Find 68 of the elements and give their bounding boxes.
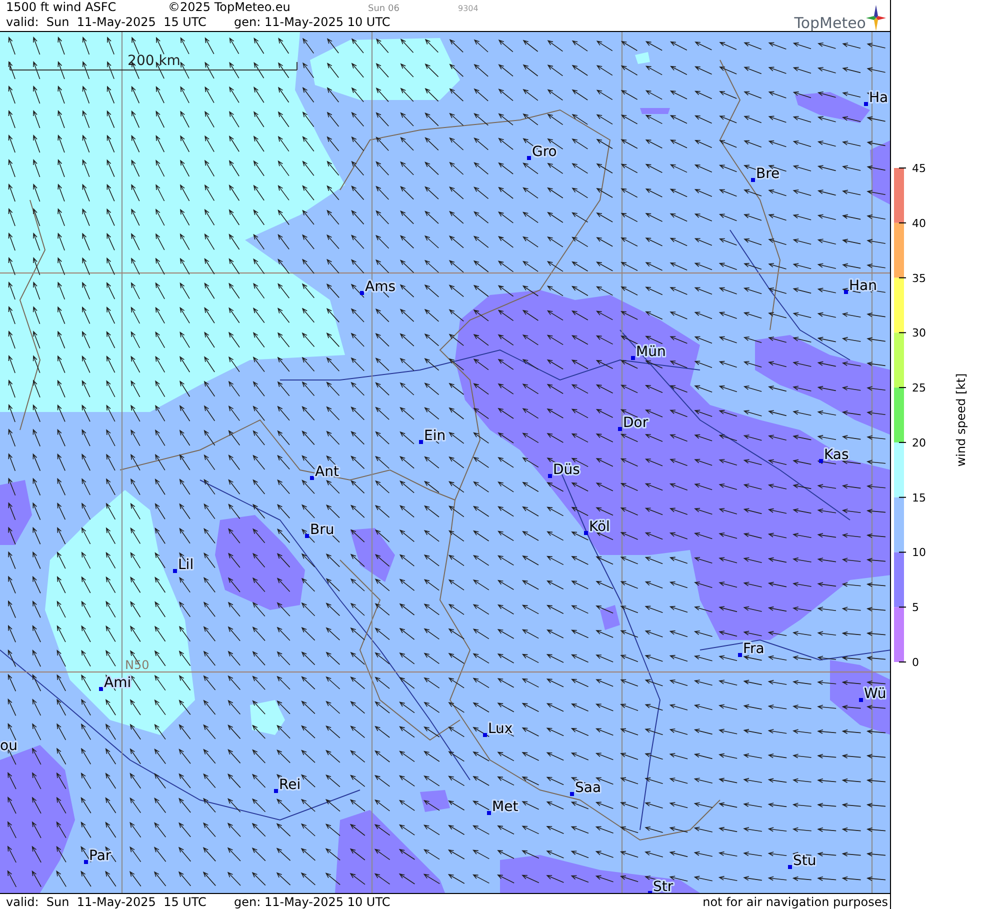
scale-label: 200 km — [128, 53, 180, 69]
city-marker-icon — [819, 459, 823, 463]
city-marker-icon — [584, 531, 588, 535]
city-label: Han — [849, 278, 877, 294]
generated-time: gen: 11-May-2025 10 UTC — [234, 15, 390, 29]
city-label: Saa — [575, 780, 602, 796]
city-marker-icon — [738, 653, 742, 657]
city-label: Stu — [793, 853, 816, 869]
valid-time: valid: Sun 11-May-2025 15 UTC — [6, 15, 208, 29]
city-label: Fra — [743, 641, 764, 657]
city-marker-icon — [618, 427, 622, 431]
city-label: Wü — [864, 686, 886, 702]
city-label: Bru — [310, 522, 334, 538]
city-label: Rei — [279, 777, 301, 793]
city-marker-icon — [548, 474, 552, 478]
valid-time: valid: Sun 11-May-2025 15 UTC — [6, 896, 208, 908]
city-label: Dor — [623, 415, 648, 431]
legend-tick-label: 10 — [912, 546, 926, 560]
city-label: Lil — [178, 557, 194, 573]
legend-tick-label: 25 — [912, 382, 926, 395]
legend-tick-label: 35 — [912, 272, 926, 285]
legend-tick-label: 30 — [912, 326, 926, 340]
city-marker-icon — [631, 356, 635, 360]
copyright-text: ©2025 TopMeteo.eu — [168, 0, 292, 14]
city-label: Gro — [532, 144, 557, 160]
city-marker-icon — [859, 698, 863, 702]
map-title: 1500 ft wind ASFC — [6, 0, 118, 14]
city-marker-icon — [570, 792, 574, 796]
city-label: Kas — [824, 447, 849, 463]
city-label: Met — [492, 799, 518, 815]
logo-text: TopMeteo — [794, 16, 866, 31]
city-marker-icon — [84, 860, 88, 864]
city-marker-icon — [751, 178, 755, 182]
city-marker-icon — [305, 534, 309, 538]
legend-tick-label: 45 — [912, 162, 926, 175]
legend-tick-label: 0 — [912, 656, 919, 669]
city-label: Lux — [488, 721, 513, 737]
latitude-label: N50 — [125, 658, 150, 672]
city-marker-icon — [844, 290, 848, 294]
city-label: Par — [89, 848, 112, 864]
city-marker-icon — [99, 687, 103, 691]
city-marker-icon — [483, 733, 487, 737]
legend-tick-label: 20 — [912, 436, 926, 450]
city-marker-icon — [864, 102, 868, 106]
city-marker-icon — [788, 865, 792, 869]
city-marker-icon — [487, 811, 491, 815]
city-marker-icon — [360, 291, 364, 295]
legend-tick-label: 5 — [912, 601, 919, 614]
city-marker-icon — [173, 569, 177, 573]
run-label: Sun 06 — [368, 4, 400, 14]
city-label: Köl — [589, 519, 610, 535]
city-label: Mün — [636, 344, 666, 360]
city-marker-icon — [648, 891, 652, 893]
disclaimer-text: not for air navigation purposes — [702, 896, 889, 908]
city-label: Str — [653, 879, 674, 893]
code-label: 9304 — [458, 4, 478, 13]
city-label: Düs — [553, 462, 580, 478]
city-marker-icon — [274, 789, 278, 793]
compass-star-icon — [866, 5, 886, 31]
city-marker-icon — [527, 156, 531, 160]
city-marker-icon — [419, 440, 423, 444]
city-label: Bre — [756, 166, 780, 182]
legend-tick-label: 40 — [912, 216, 926, 230]
generated-time: gen: 11-May-2025 10 UTC — [234, 896, 392, 908]
legend-tick-label: 15 — [912, 491, 926, 504]
city-label: ou — [0, 738, 18, 754]
legend-title: wind speed [kt] — [954, 373, 968, 467]
city-marker-icon — [310, 476, 314, 480]
